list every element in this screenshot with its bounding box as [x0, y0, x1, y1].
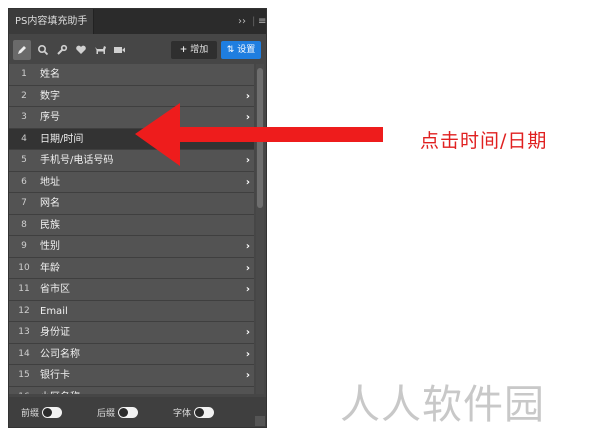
watermark: 人人软件园	[340, 382, 545, 428]
annotation-text: 点击时间/日期	[420, 130, 548, 152]
annotation-arrow	[135, 103, 383, 166]
